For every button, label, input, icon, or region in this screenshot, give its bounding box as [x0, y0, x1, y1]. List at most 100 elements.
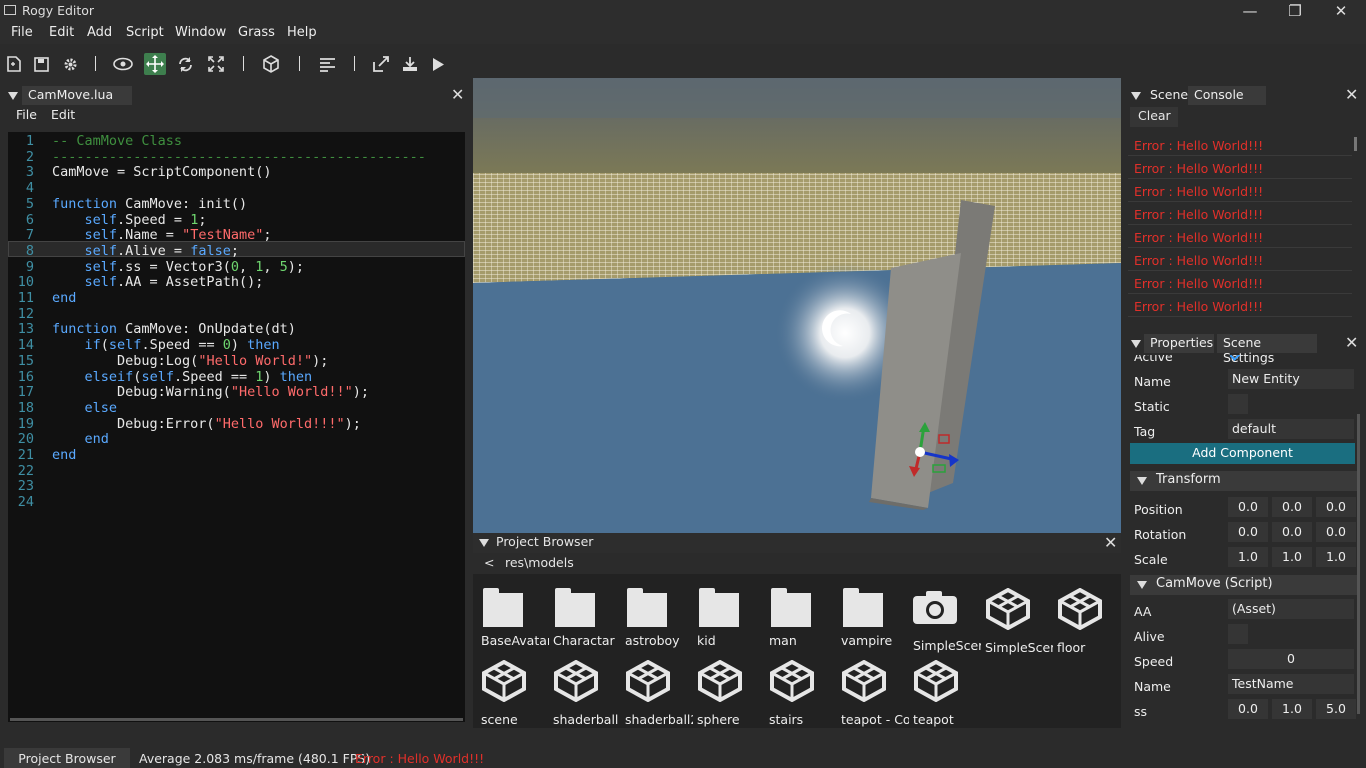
settings-icon[interactable]: [59, 53, 81, 75]
console-message[interactable]: Error : Hello World!!!: [1134, 161, 1263, 176]
console-message[interactable]: Error : Hello World!!!: [1134, 299, 1263, 314]
file-item[interactable]: SimpleScer: [985, 587, 1055, 655]
script-name-field[interactable]: TestName: [1228, 674, 1354, 694]
status-tab-project-browser[interactable]: Project Browser: [4, 748, 130, 768]
tag-field[interactable]: default: [1228, 419, 1354, 439]
menu-edit[interactable]: Edit: [49, 25, 74, 40]
collapse-icon[interactable]: [1131, 92, 1141, 100]
minimize-button[interactable]: —: [1227, 0, 1273, 22]
close-icon[interactable]: ✕: [1345, 87, 1358, 103]
align-icon[interactable]: [316, 53, 338, 75]
tab-scene[interactable]: Scene: [1144, 86, 1188, 105]
file-item[interactable]: man: [769, 588, 839, 648]
ss-y[interactable]: 1.0: [1272, 699, 1312, 719]
collapse-icon[interactable]: [8, 92, 18, 100]
line-number: 22: [17, 462, 34, 479]
file-item[interactable]: teapot: [913, 659, 983, 727]
console-message[interactable]: Error : Hello World!!!: [1134, 138, 1263, 153]
cube-icon[interactable]: [260, 53, 282, 75]
console-message[interactable]: Error : Hello World!!!: [1134, 230, 1263, 245]
new-file-icon[interactable]: [3, 53, 25, 75]
file-item[interactable]: Charactar: [553, 588, 623, 648]
play-icon[interactable]: [427, 53, 449, 75]
line-number: 5: [25, 195, 34, 212]
file-item-label: sphere: [697, 712, 740, 727]
clear-button[interactable]: Clear: [1130, 107, 1178, 127]
code-editor[interactable]: 1 -- CamMove Class 2 ----------------------…: [8, 132, 465, 722]
scene-viewport[interactable]: [473, 78, 1121, 533]
aa-field[interactable]: (Asset): [1228, 599, 1354, 619]
menu-help[interactable]: Help: [287, 25, 317, 40]
position-y[interactable]: 0.0: [1272, 497, 1312, 517]
file-item[interactable]: SimpleScer: [913, 588, 983, 653]
menu-grass[interactable]: Grass: [238, 25, 275, 40]
horizontal-scrollbar[interactable]: [10, 718, 463, 721]
tab-scene-settings[interactable]: Scene Settings: [1217, 334, 1317, 365]
collapse-icon[interactable]: [479, 539, 489, 547]
file-item[interactable]: astroboy: [625, 588, 695, 648]
menu-add[interactable]: Add: [87, 25, 112, 40]
transform-header[interactable]: Transform: [1130, 471, 1358, 491]
import-icon[interactable]: [399, 53, 421, 75]
properties-scrollbar[interactable]: [1357, 414, 1360, 714]
menu-file[interactable]: File: [11, 25, 33, 40]
console-message[interactable]: Error : Hello World!!!: [1134, 184, 1263, 199]
menu-script[interactable]: Script: [126, 25, 164, 40]
menu-window[interactable]: Window: [175, 25, 226, 40]
eye-icon[interactable]: [112, 53, 134, 75]
ss-x[interactable]: 0.0: [1228, 699, 1268, 719]
scale-y[interactable]: 1.0: [1272, 547, 1312, 567]
script-component-header[interactable]: CamMove (Script): [1130, 575, 1358, 595]
add-component-button[interactable]: Add Component: [1130, 443, 1355, 464]
scale-z[interactable]: 1.0: [1316, 547, 1356, 567]
file-item[interactable]: floor: [1057, 587, 1127, 655]
speed-field[interactable]: 0: [1228, 649, 1354, 669]
tab-properties[interactable]: Properties: [1144, 334, 1214, 353]
file-item-label: teapot: [913, 712, 954, 727]
script-tab[interactable]: CamMove.lua: [22, 86, 132, 105]
file-item[interactable]: shaderball: [553, 659, 623, 727]
camera-icon: [913, 591, 957, 624]
file-item[interactable]: scene: [481, 659, 551, 727]
file-item[interactable]: shaderball2: [625, 659, 695, 727]
static-checkbox[interactable]: [1228, 394, 1248, 414]
file-item[interactable]: teapot - Co: [841, 659, 911, 727]
app-icon: [4, 5, 16, 15]
active-checkbox[interactable]: [1229, 355, 1245, 361]
close-icon[interactable]: ✕: [1104, 535, 1117, 551]
move-icon[interactable]: [144, 53, 166, 75]
rotate-icon[interactable]: [174, 53, 196, 75]
console-scrollbar[interactable]: [1354, 137, 1357, 151]
export-icon[interactable]: [370, 53, 392, 75]
name-field[interactable]: New Entity: [1228, 369, 1354, 389]
console-message[interactable]: Error : Hello World!!!: [1134, 276, 1263, 291]
close-icon[interactable]: ✕: [1345, 335, 1358, 351]
console-message[interactable]: Error : Hello World!!!: [1134, 207, 1263, 222]
code-line: else: [84, 399, 118, 416]
file-item[interactable]: stairs: [769, 659, 839, 727]
collapse-icon[interactable]: [1131, 340, 1141, 348]
rotation-y[interactable]: 0.0: [1272, 522, 1312, 542]
scale-icon[interactable]: [205, 53, 227, 75]
file-item[interactable]: sphere: [697, 659, 767, 727]
close-icon[interactable]: ✕: [451, 87, 464, 103]
alive-checkbox[interactable]: [1228, 624, 1248, 644]
position-z[interactable]: 0.0: [1316, 497, 1356, 517]
file-item[interactable]: vampire: [841, 588, 911, 648]
editor-menu-edit[interactable]: Edit: [51, 107, 75, 122]
tab-console[interactable]: Console: [1188, 86, 1266, 105]
editor-menu-file[interactable]: File: [16, 107, 37, 122]
rotation-z[interactable]: 0.0: [1316, 522, 1356, 542]
file-item[interactable]: kid: [697, 588, 767, 648]
rotation-x[interactable]: 0.0: [1228, 522, 1268, 542]
scale-x[interactable]: 1.0: [1228, 547, 1268, 567]
ss-z[interactable]: 5.0: [1316, 699, 1356, 719]
save-icon[interactable]: [30, 53, 52, 75]
console-message[interactable]: Error : Hello World!!!: [1134, 253, 1263, 268]
code-line: function CamMove: init(): [52, 195, 248, 212]
maximize-button[interactable]: ❐: [1272, 0, 1318, 22]
back-button[interactable]: <: [484, 555, 494, 570]
position-x[interactable]: 0.0: [1228, 497, 1268, 517]
close-window-button[interactable]: ✕: [1318, 0, 1364, 22]
file-item[interactable]: BaseAvatar: [481, 588, 551, 648]
